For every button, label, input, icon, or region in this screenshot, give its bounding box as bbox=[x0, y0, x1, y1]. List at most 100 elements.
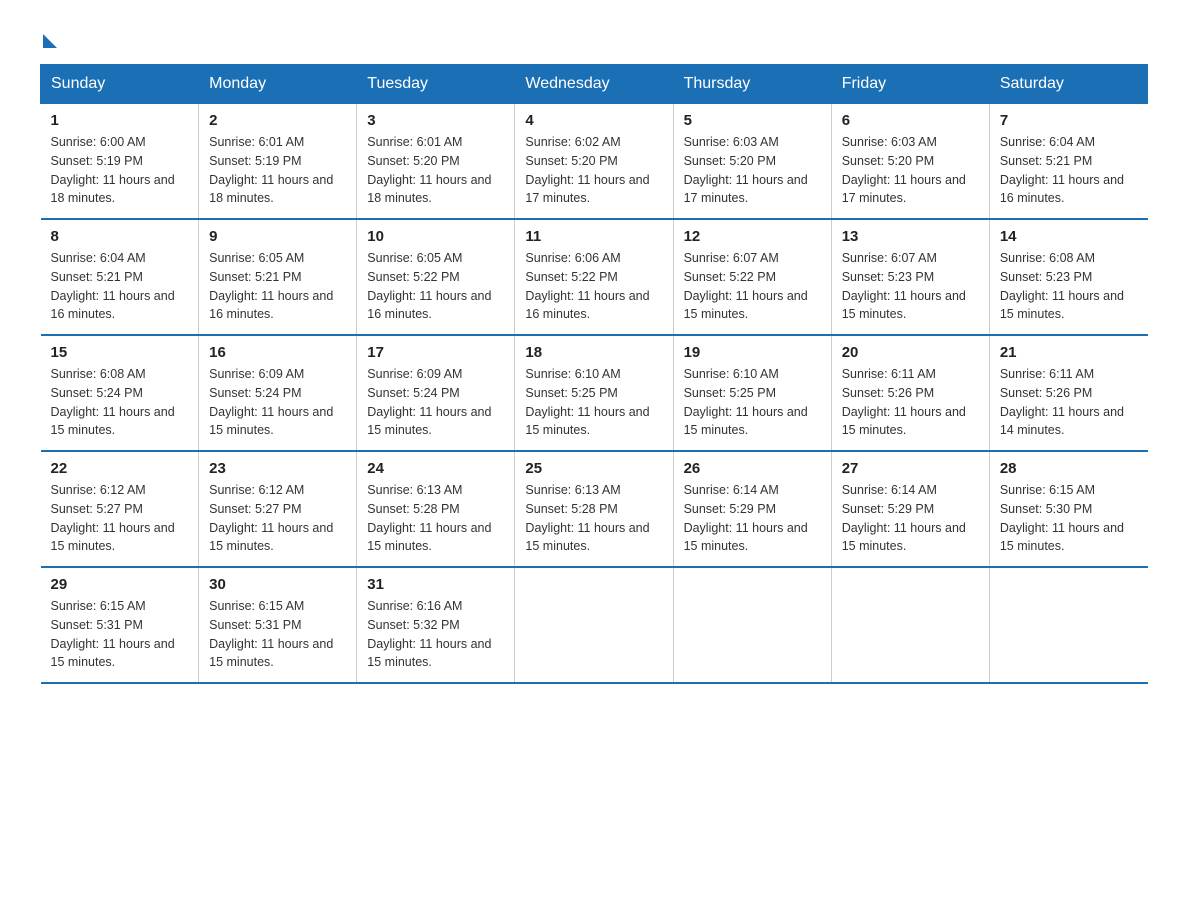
day-info: Sunrise: 6:16 AMSunset: 5:32 PMDaylight:… bbox=[367, 597, 504, 672]
calendar-day-cell bbox=[989, 567, 1147, 683]
day-info: Sunrise: 6:04 AMSunset: 5:21 PMDaylight:… bbox=[51, 249, 189, 324]
calendar-day-cell: 26 Sunrise: 6:14 AMSunset: 5:29 PMDaylig… bbox=[673, 451, 831, 567]
calendar-day-cell: 12 Sunrise: 6:07 AMSunset: 5:22 PMDaylig… bbox=[673, 219, 831, 335]
day-number: 26 bbox=[684, 460, 821, 477]
calendar-day-cell: 21 Sunrise: 6:11 AMSunset: 5:26 PMDaylig… bbox=[989, 335, 1147, 451]
day-info: Sunrise: 6:15 AMSunset: 5:31 PMDaylight:… bbox=[51, 597, 189, 672]
calendar-week-row: 22 Sunrise: 6:12 AMSunset: 5:27 PMDaylig… bbox=[41, 451, 1148, 567]
day-info: Sunrise: 6:09 AMSunset: 5:24 PMDaylight:… bbox=[367, 365, 504, 440]
calendar-day-cell: 17 Sunrise: 6:09 AMSunset: 5:24 PMDaylig… bbox=[357, 335, 515, 451]
day-number: 31 bbox=[367, 576, 504, 593]
calendar-day-cell: 14 Sunrise: 6:08 AMSunset: 5:23 PMDaylig… bbox=[989, 219, 1147, 335]
page-header bbox=[40, 30, 1148, 44]
day-info: Sunrise: 6:07 AMSunset: 5:22 PMDaylight:… bbox=[684, 249, 821, 324]
day-number: 20 bbox=[842, 344, 979, 361]
day-info: Sunrise: 6:15 AMSunset: 5:31 PMDaylight:… bbox=[209, 597, 346, 672]
day-info: Sunrise: 6:10 AMSunset: 5:25 PMDaylight:… bbox=[525, 365, 662, 440]
calendar-day-cell: 13 Sunrise: 6:07 AMSunset: 5:23 PMDaylig… bbox=[831, 219, 989, 335]
day-number: 1 bbox=[51, 112, 189, 129]
day-number: 16 bbox=[209, 344, 346, 361]
day-info: Sunrise: 6:08 AMSunset: 5:24 PMDaylight:… bbox=[51, 365, 189, 440]
calendar-day-cell: 5 Sunrise: 6:03 AMSunset: 5:20 PMDayligh… bbox=[673, 104, 831, 220]
day-info: Sunrise: 6:15 AMSunset: 5:30 PMDaylight:… bbox=[1000, 481, 1138, 556]
day-number: 8 bbox=[51, 228, 189, 245]
weekday-header: Saturday bbox=[989, 65, 1147, 104]
day-number: 27 bbox=[842, 460, 979, 477]
day-info: Sunrise: 6:02 AMSunset: 5:20 PMDaylight:… bbox=[525, 133, 662, 208]
day-info: Sunrise: 6:06 AMSunset: 5:22 PMDaylight:… bbox=[525, 249, 662, 324]
day-info: Sunrise: 6:00 AMSunset: 5:19 PMDaylight:… bbox=[51, 133, 189, 208]
day-info: Sunrise: 6:01 AMSunset: 5:19 PMDaylight:… bbox=[209, 133, 346, 208]
calendar-day-cell: 31 Sunrise: 6:16 AMSunset: 5:32 PMDaylig… bbox=[357, 567, 515, 683]
calendar-day-cell: 1 Sunrise: 6:00 AMSunset: 5:19 PMDayligh… bbox=[41, 104, 199, 220]
weekday-header: Tuesday bbox=[357, 65, 515, 104]
day-number: 13 bbox=[842, 228, 979, 245]
day-info: Sunrise: 6:01 AMSunset: 5:20 PMDaylight:… bbox=[367, 133, 504, 208]
calendar-day-cell: 15 Sunrise: 6:08 AMSunset: 5:24 PMDaylig… bbox=[41, 335, 199, 451]
day-number: 22 bbox=[51, 460, 189, 477]
calendar-day-cell: 25 Sunrise: 6:13 AMSunset: 5:28 PMDaylig… bbox=[515, 451, 673, 567]
calendar-day-cell: 10 Sunrise: 6:05 AMSunset: 5:22 PMDaylig… bbox=[357, 219, 515, 335]
logo-triangle-icon bbox=[43, 34, 57, 48]
day-info: Sunrise: 6:10 AMSunset: 5:25 PMDaylight:… bbox=[684, 365, 821, 440]
day-number: 19 bbox=[684, 344, 821, 361]
calendar-day-cell: 4 Sunrise: 6:02 AMSunset: 5:20 PMDayligh… bbox=[515, 104, 673, 220]
day-info: Sunrise: 6:08 AMSunset: 5:23 PMDaylight:… bbox=[1000, 249, 1138, 324]
calendar-week-row: 1 Sunrise: 6:00 AMSunset: 5:19 PMDayligh… bbox=[41, 104, 1148, 220]
calendar-day-cell bbox=[831, 567, 989, 683]
day-number: 15 bbox=[51, 344, 189, 361]
calendar-day-cell: 8 Sunrise: 6:04 AMSunset: 5:21 PMDayligh… bbox=[41, 219, 199, 335]
calendar-week-row: 15 Sunrise: 6:08 AMSunset: 5:24 PMDaylig… bbox=[41, 335, 1148, 451]
day-info: Sunrise: 6:14 AMSunset: 5:29 PMDaylight:… bbox=[842, 481, 979, 556]
calendar-day-cell bbox=[673, 567, 831, 683]
day-number: 18 bbox=[525, 344, 662, 361]
calendar-day-cell: 11 Sunrise: 6:06 AMSunset: 5:22 PMDaylig… bbox=[515, 219, 673, 335]
day-info: Sunrise: 6:05 AMSunset: 5:21 PMDaylight:… bbox=[209, 249, 346, 324]
day-number: 29 bbox=[51, 576, 189, 593]
day-number: 9 bbox=[209, 228, 346, 245]
calendar-day-cell: 29 Sunrise: 6:15 AMSunset: 5:31 PMDaylig… bbox=[41, 567, 199, 683]
calendar-day-cell: 7 Sunrise: 6:04 AMSunset: 5:21 PMDayligh… bbox=[989, 104, 1147, 220]
calendar-week-row: 29 Sunrise: 6:15 AMSunset: 5:31 PMDaylig… bbox=[41, 567, 1148, 683]
day-number: 14 bbox=[1000, 228, 1138, 245]
calendar-day-cell: 3 Sunrise: 6:01 AMSunset: 5:20 PMDayligh… bbox=[357, 104, 515, 220]
calendar-day-cell: 20 Sunrise: 6:11 AMSunset: 5:26 PMDaylig… bbox=[831, 335, 989, 451]
day-info: Sunrise: 6:11 AMSunset: 5:26 PMDaylight:… bbox=[1000, 365, 1138, 440]
calendar-week-row: 8 Sunrise: 6:04 AMSunset: 5:21 PMDayligh… bbox=[41, 219, 1148, 335]
calendar-day-cell: 27 Sunrise: 6:14 AMSunset: 5:29 PMDaylig… bbox=[831, 451, 989, 567]
day-number: 6 bbox=[842, 112, 979, 129]
calendar-day-cell: 16 Sunrise: 6:09 AMSunset: 5:24 PMDaylig… bbox=[199, 335, 357, 451]
day-number: 3 bbox=[367, 112, 504, 129]
calendar-day-cell: 24 Sunrise: 6:13 AMSunset: 5:28 PMDaylig… bbox=[357, 451, 515, 567]
day-info: Sunrise: 6:12 AMSunset: 5:27 PMDaylight:… bbox=[209, 481, 346, 556]
day-number: 12 bbox=[684, 228, 821, 245]
day-info: Sunrise: 6:12 AMSunset: 5:27 PMDaylight:… bbox=[51, 481, 189, 556]
calendar-day-cell: 19 Sunrise: 6:10 AMSunset: 5:25 PMDaylig… bbox=[673, 335, 831, 451]
day-info: Sunrise: 6:03 AMSunset: 5:20 PMDaylight:… bbox=[684, 133, 821, 208]
day-info: Sunrise: 6:03 AMSunset: 5:20 PMDaylight:… bbox=[842, 133, 979, 208]
day-number: 21 bbox=[1000, 344, 1138, 361]
day-number: 28 bbox=[1000, 460, 1138, 477]
calendar-day-cell: 6 Sunrise: 6:03 AMSunset: 5:20 PMDayligh… bbox=[831, 104, 989, 220]
calendar-day-cell: 28 Sunrise: 6:15 AMSunset: 5:30 PMDaylig… bbox=[989, 451, 1147, 567]
calendar-day-cell: 9 Sunrise: 6:05 AMSunset: 5:21 PMDayligh… bbox=[199, 219, 357, 335]
day-number: 24 bbox=[367, 460, 504, 477]
day-number: 25 bbox=[525, 460, 662, 477]
weekday-header: Monday bbox=[199, 65, 357, 104]
day-number: 23 bbox=[209, 460, 346, 477]
day-number: 2 bbox=[209, 112, 346, 129]
day-number: 10 bbox=[367, 228, 504, 245]
day-info: Sunrise: 6:09 AMSunset: 5:24 PMDaylight:… bbox=[209, 365, 346, 440]
calendar-day-cell: 22 Sunrise: 6:12 AMSunset: 5:27 PMDaylig… bbox=[41, 451, 199, 567]
weekday-header: Sunday bbox=[41, 65, 199, 104]
day-info: Sunrise: 6:11 AMSunset: 5:26 PMDaylight:… bbox=[842, 365, 979, 440]
day-number: 4 bbox=[525, 112, 662, 129]
weekday-header: Wednesday bbox=[515, 65, 673, 104]
day-number: 11 bbox=[525, 228, 662, 245]
day-info: Sunrise: 6:07 AMSunset: 5:23 PMDaylight:… bbox=[842, 249, 979, 324]
day-number: 17 bbox=[367, 344, 504, 361]
day-info: Sunrise: 6:04 AMSunset: 5:21 PMDaylight:… bbox=[1000, 133, 1138, 208]
logo bbox=[40, 30, 57, 44]
day-info: Sunrise: 6:13 AMSunset: 5:28 PMDaylight:… bbox=[367, 481, 504, 556]
day-info: Sunrise: 6:05 AMSunset: 5:22 PMDaylight:… bbox=[367, 249, 504, 324]
